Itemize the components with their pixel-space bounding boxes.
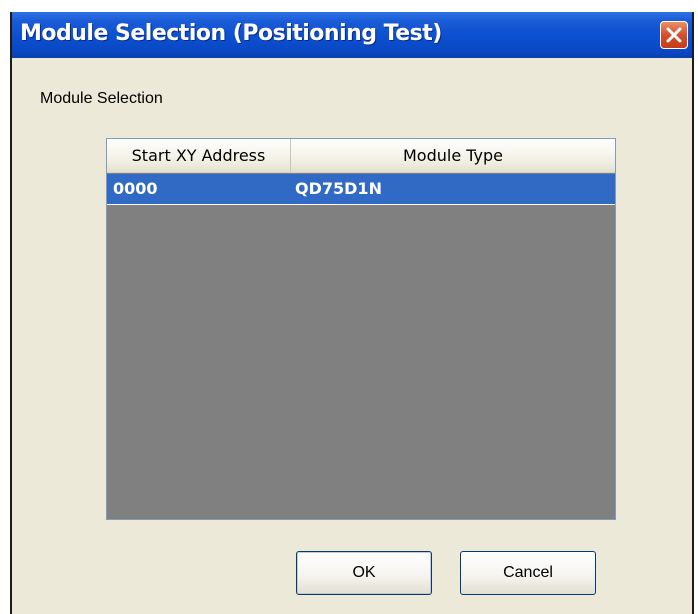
window-title: Module Selection (Positioning Test) bbox=[20, 21, 442, 46]
module-list[interactable]: Start XY Address Module Type 0000 QD75D1… bbox=[106, 138, 616, 520]
module-selection-dialog: Module Selection (Positioning Test) Modu… bbox=[10, 12, 694, 614]
column-header-start-xy-address[interactable]: Start XY Address bbox=[107, 139, 291, 172]
cell-start-xy-address: 0000 bbox=[113, 179, 158, 198]
module-selection-label: Module Selection bbox=[40, 90, 163, 107]
list-header: Start XY Address Module Type bbox=[107, 139, 615, 173]
close-icon bbox=[666, 27, 682, 43]
title-bar[interactable]: Module Selection (Positioning Test) bbox=[12, 12, 692, 58]
cell-module-type: QD75D1N bbox=[295, 179, 382, 198]
cancel-button[interactable]: Cancel bbox=[460, 551, 596, 595]
column-header-module-type[interactable]: Module Type bbox=[291, 139, 615, 172]
close-button[interactable] bbox=[660, 21, 688, 49]
ok-button[interactable]: OK bbox=[296, 551, 432, 595]
table-row[interactable]: 0000 QD75D1N bbox=[107, 174, 615, 205]
